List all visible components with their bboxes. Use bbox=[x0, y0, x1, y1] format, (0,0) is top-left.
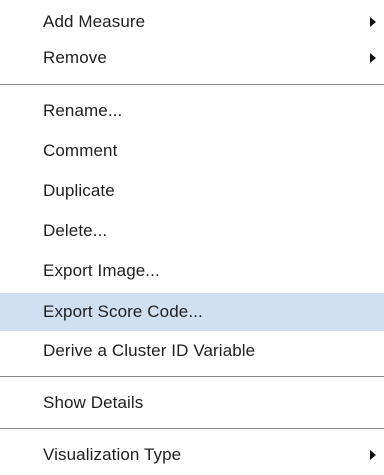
menu-item-label: Add Measure bbox=[43, 12, 146, 31]
menu-item-label: Comment bbox=[43, 141, 118, 160]
chevron-right-icon bbox=[370, 17, 376, 27]
menu-item-label: Show Details bbox=[43, 393, 144, 412]
menu-separator bbox=[0, 376, 384, 377]
menu-item-export-image[interactable]: Export Image... bbox=[0, 253, 384, 289]
chevron-right-icon bbox=[370, 53, 376, 63]
menu-item-derive-cluster-id-variable[interactable]: Derive a Cluster ID Variable bbox=[0, 333, 384, 369]
menu-item-rename[interactable]: Rename... bbox=[0, 93, 384, 129]
menu-item-label: Export Score Code... bbox=[43, 302, 203, 321]
menu-item-label: Export Image... bbox=[43, 261, 160, 280]
menu-item-label: Derive a Cluster ID Variable bbox=[43, 341, 256, 360]
menu-item-label: Visualization Type bbox=[43, 445, 182, 464]
menu-item-label: Delete... bbox=[43, 221, 108, 240]
menu-item-duplicate[interactable]: Duplicate bbox=[0, 173, 384, 209]
menu-item-label: Rename... bbox=[43, 101, 123, 120]
menu-item-visualization-type[interactable]: Visualization Type bbox=[0, 437, 384, 473]
context-menu: Add Measure Remove Rename... Comment Dup… bbox=[0, 0, 384, 475]
menu-item-label: Remove bbox=[43, 48, 107, 67]
menu-item-export-score-code[interactable]: Export Score Code... bbox=[0, 293, 384, 331]
chevron-right-icon bbox=[370, 450, 376, 460]
menu-separator bbox=[0, 84, 384, 85]
menu-item-show-details[interactable]: Show Details bbox=[0, 385, 384, 421]
menu-separator bbox=[0, 428, 384, 429]
menu-item-comment[interactable]: Comment bbox=[0, 133, 384, 169]
menu-item-add-measure[interactable]: Add Measure bbox=[0, 4, 384, 40]
menu-item-delete[interactable]: Delete... bbox=[0, 213, 384, 249]
menu-item-remove[interactable]: Remove bbox=[0, 40, 384, 76]
menu-item-label: Duplicate bbox=[43, 181, 115, 200]
